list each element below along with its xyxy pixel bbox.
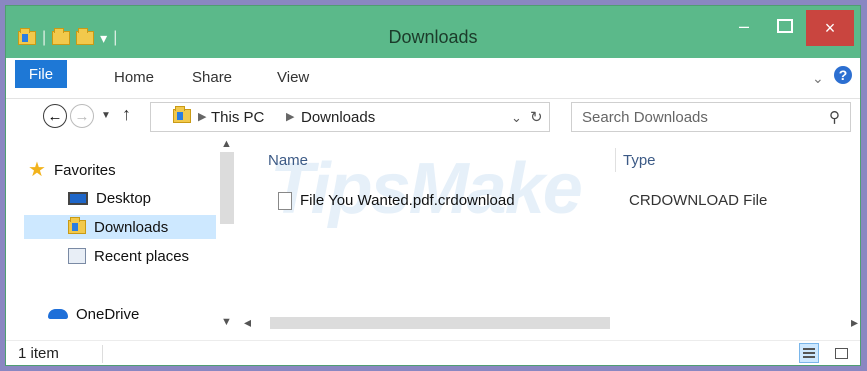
sidebar-item-recent-places[interactable]: Recent places — [68, 244, 189, 268]
scrollbar-thumb[interactable] — [220, 152, 234, 224]
search-input[interactable]: Search Downloads — [582, 109, 708, 126]
horizontal-scrollbar[interactable]: ◂ ▸ — [240, 313, 860, 333]
up-button[interactable]: ↑ — [122, 104, 131, 125]
navigation-bar: ← → ▼ ↑ ▶ This PC ▶ Downloads ⌄ ↻ Search… — [6, 98, 860, 138]
sidebar-item-label: Desktop — [96, 189, 152, 207]
list-item[interactable]: File You Wanted.pdf.crdownload CRDOWNLOA… — [240, 190, 860, 214]
downloads-folder-icon — [68, 217, 86, 234]
tab-share[interactable]: Share — [192, 58, 232, 96]
details-view-icon — [803, 348, 815, 358]
breadcrumb-this-pc[interactable]: This PC — [211, 109, 264, 126]
item-count: 1 item — [18, 345, 59, 362]
navigation-pane: ★ Favorites Desktop Downloads Recent pla… — [6, 144, 216, 330]
sidebar-item-label: Downloads — [94, 218, 169, 236]
tab-file[interactable]: File — [15, 60, 67, 88]
column-header-name[interactable]: Name — [268, 152, 308, 169]
sidebar-item-label: OneDrive — [76, 305, 140, 323]
maximize-button[interactable] — [769, 6, 801, 46]
sidebar-item-downloads[interactable]: Downloads — [24, 215, 216, 239]
tab-home[interactable]: Home — [114, 58, 154, 96]
watermark: TipsMake — [270, 149, 583, 229]
status-bar: 1 item — [6, 340, 860, 366]
chevron-right-icon[interactable]: ▶ — [286, 110, 294, 123]
column-divider[interactable] — [615, 148, 616, 172]
maximize-icon — [777, 19, 793, 33]
search-box[interactable]: Search Downloads ⚲ — [571, 102, 851, 132]
recent-locations-icon[interactable]: ▼ — [101, 110, 111, 121]
scroll-down-icon[interactable]: ▼ — [221, 316, 232, 328]
chevron-right-icon[interactable]: ▶ — [198, 110, 206, 123]
close-button[interactable]: × — [806, 10, 854, 46]
desktop-icon — [68, 191, 88, 205]
forward-button[interactable]: → — [70, 104, 94, 128]
details-view-button[interactable] — [799, 343, 819, 363]
sidebar-item-label: Favorites — [53, 161, 116, 179]
file-type: CRDOWNLOAD File — [629, 192, 768, 209]
expand-ribbon-icon[interactable]: ⌄ — [812, 70, 824, 87]
scroll-left-icon[interactable]: ◂ — [244, 314, 251, 331]
help-icon[interactable]: ? — [834, 66, 852, 84]
tab-view[interactable]: View — [277, 58, 309, 96]
file-name: File You Wanted.pdf.crdownload — [300, 192, 515, 209]
large-icons-view-icon — [834, 347, 848, 359]
scroll-right-icon[interactable]: ▸ — [851, 314, 858, 331]
explorer-window: | ▾ | Downloads – × File Home Share View… — [5, 5, 861, 366]
address-dropdown-icon[interactable]: ⌄ — [511, 110, 522, 126]
address-bar[interactable]: ▶ This PC ▶ Downloads ⌄ ↻ — [150, 102, 550, 132]
onedrive-icon — [48, 309, 68, 319]
star-icon: ★ — [28, 159, 46, 181]
sidebar-item-favorites[interactable]: ★ Favorites — [28, 158, 116, 182]
back-button[interactable]: ← — [43, 104, 67, 128]
downloads-folder-icon — [173, 106, 191, 123]
minimize-button[interactable]: – — [729, 6, 759, 46]
scrollbar-thumb[interactable] — [270, 317, 610, 329]
sidebar-item-onedrive[interactable]: OneDrive — [48, 302, 139, 326]
file-list: TipsMake Name Type File You Wanted.pdf.c… — [240, 140, 860, 330]
recent-places-icon — [68, 248, 86, 264]
file-icon — [278, 192, 292, 210]
navigation-pane-scrollbar[interactable]: ▲ ▼ — [217, 138, 239, 340]
sidebar-item-desktop[interactable]: Desktop — [68, 186, 151, 210]
search-icon[interactable]: ⚲ — [829, 108, 840, 126]
column-header-type[interactable]: Type — [623, 152, 656, 169]
ribbon: File Home Share View ⌄ ? — [6, 58, 860, 99]
breadcrumb-downloads[interactable]: Downloads — [301, 109, 375, 126]
refresh-icon[interactable]: ↻ — [530, 108, 543, 126]
title-bar: | ▾ | Downloads – × — [6, 6, 860, 58]
sidebar-item-label: Recent places — [94, 247, 190, 265]
large-icons-view-button[interactable] — [831, 343, 851, 363]
scroll-up-icon[interactable]: ▲ — [221, 138, 232, 150]
